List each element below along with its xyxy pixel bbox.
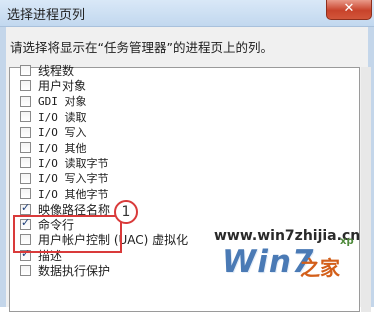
column-option-label: I/O 读取字节: [38, 156, 109, 170]
checkbox-unchecked[interactable]: [20, 65, 31, 76]
annotation-number-badge: 1: [114, 200, 138, 224]
checkbox-unchecked[interactable]: [20, 111, 31, 123]
checkbox-unchecked[interactable]: [20, 126, 31, 138]
instruction-text: 请选择将显示在“任务管理器”的进程页上的列。: [10, 40, 273, 55]
column-option-label: I/O 其他字节: [38, 187, 109, 201]
watermark-url: www.win7zhijia.cn: [214, 228, 361, 244]
list-scrollbar[interactable]: [361, 67, 371, 312]
checkbox-checked[interactable]: [20, 201, 31, 215]
title-bar: 选择进程页列 ✕: [0, 0, 374, 27]
close-button[interactable]: ✕: [326, 0, 372, 20]
checkbox-unchecked[interactable]: [20, 172, 31, 184]
checkbox-unchecked[interactable]: [20, 142, 31, 153]
checkbox-unchecked[interactable]: [20, 188, 31, 200]
column-option-label: GDI 对象: [38, 95, 87, 109]
checkbox-unchecked[interactable]: [20, 95, 31, 107]
watermark-sub: 之家: [300, 256, 340, 280]
checkbox-unchecked[interactable]: [20, 157, 31, 169]
close-icon: ✕: [343, 1, 355, 16]
column-option-label: I/O 写入字节: [38, 172, 109, 186]
annotation-highlight-box: [13, 215, 122, 253]
column-option-label: 数据执行保护: [38, 264, 111, 279]
column-option-label: I/O 写入: [38, 126, 87, 140]
window-title: 选择进程页列: [7, 8, 86, 23]
checkbox-unchecked[interactable]: [20, 80, 31, 92]
column-option-label: I/O 读取: [38, 110, 87, 124]
column-option[interactable]: 数据执行保护: [20, 262, 110, 279]
checkbox-unchecked[interactable]: [20, 265, 31, 277]
watermark-tag: xp: [340, 236, 354, 247]
column-option-label: I/O 其他: [38, 141, 87, 155]
